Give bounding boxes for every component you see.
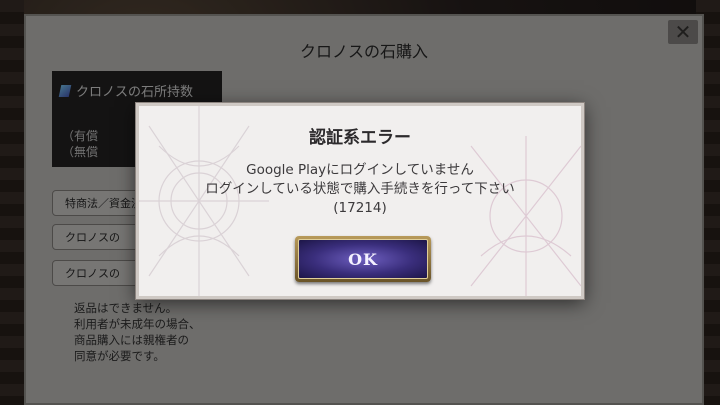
message-line-1: Google Playにログインしていません [246,162,474,178]
game-screen: ✕ クロノスの石購入 クロノスの石所持数 （有償 （無償 特商法／資金決 クロノ… [0,0,720,405]
error-dialog: 認証系エラー Google Playにログインしていません ログインしている状態… [136,103,584,299]
ok-button-label: OK [298,239,428,279]
dialog-title: 認証系エラー [309,128,411,148]
dialog-message: Google Playにログインしていません ログインしている状態で購入手続きを… [139,161,581,218]
ok-button[interactable]: OK [295,236,431,282]
message-line-2: ログインしている状態で購入手続きを行って下さい [205,181,515,197]
error-code: (17214) [333,200,387,216]
